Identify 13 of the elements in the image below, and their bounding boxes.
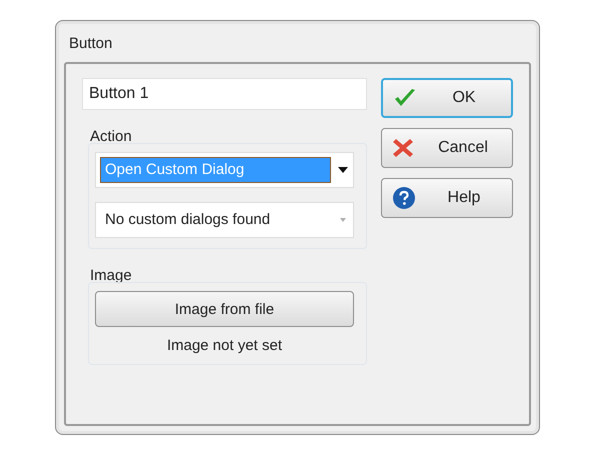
caret-icon xyxy=(337,166,349,174)
help-icon xyxy=(392,186,416,210)
help-button[interactable]: Help xyxy=(381,178,513,218)
image-from-file-button[interactable]: Image from file xyxy=(95,291,354,327)
caret-icon xyxy=(337,216,349,224)
cancel-button[interactable]: Cancel xyxy=(381,128,513,168)
name-field[interactable]: Button 1 xyxy=(82,78,367,110)
group-label: Action xyxy=(90,128,132,145)
image-status: Image not yet set xyxy=(166,337,284,354)
group-label: Image xyxy=(90,267,132,284)
close-icon xyxy=(392,137,414,159)
ok-button[interactable]: OK xyxy=(381,78,513,118)
window-title: Button xyxy=(68,34,114,54)
